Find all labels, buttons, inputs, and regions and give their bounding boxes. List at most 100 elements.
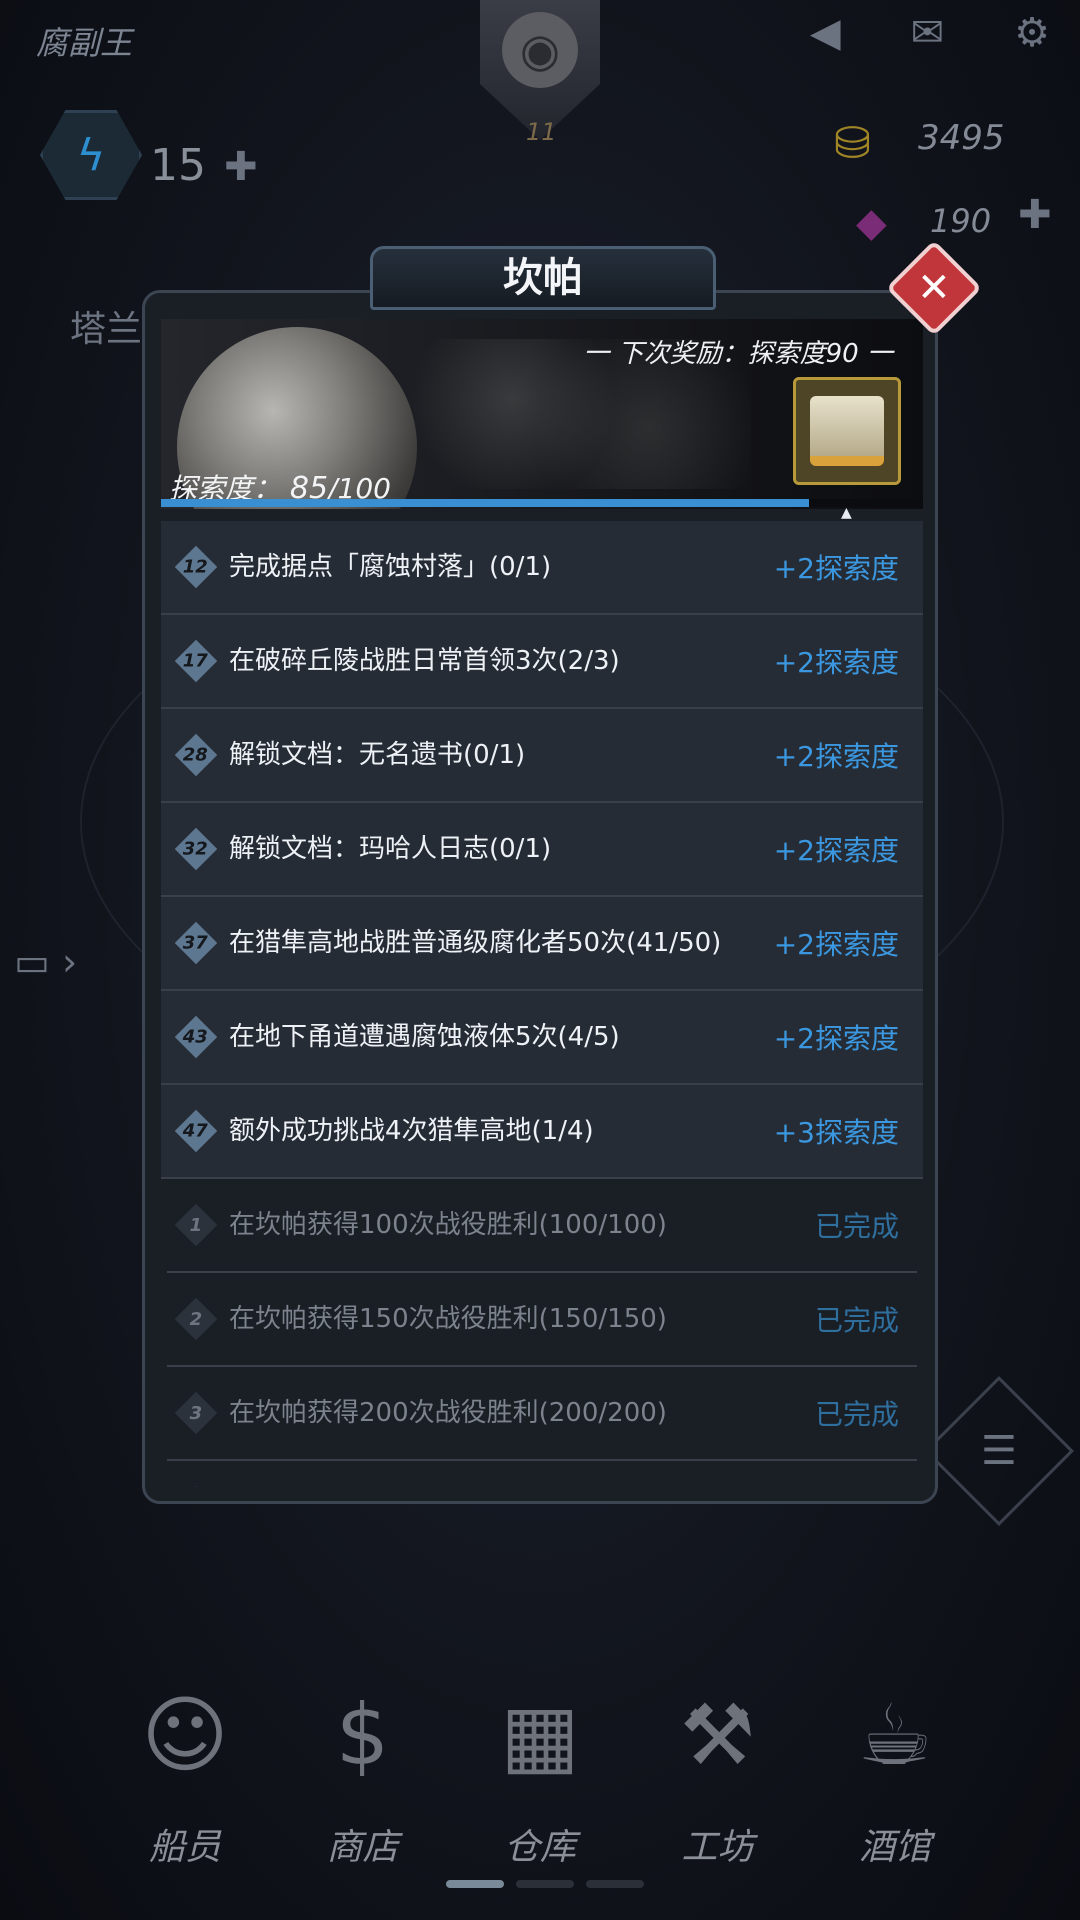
task-reward: 已完成 bbox=[814, 1398, 899, 1431]
task-reward: +2探索度 bbox=[773, 552, 899, 585]
task-number-badge: 12 bbox=[174, 545, 218, 589]
nav-label: 商店 bbox=[326, 1827, 399, 1868]
lightning-icon: ϟ bbox=[40, 110, 142, 200]
task-number: 17 bbox=[183, 650, 209, 672]
task-number: 2 bbox=[189, 1308, 203, 1330]
task-list[interactable]: 12 完成据点「腐蚀村落」(0/1) +2探索度 17 在破碎丘陵战胜日常首领3次(2/… bbox=[161, 521, 923, 1487]
nav-item-workshop[interactable]: ⚒ 工坊 bbox=[643, 1680, 793, 1870]
workshop-icon: ⚒ bbox=[679, 1686, 756, 1784]
nav-item-tavern[interactable]: ☕ 酒馆 bbox=[820, 1680, 970, 1870]
task-row[interactable]: 12 完成据点「腐蚀村落」(0/1) +2探索度 bbox=[161, 521, 923, 615]
task-reward: 已完成 bbox=[814, 1210, 899, 1243]
player-name: 腐副王 bbox=[36, 24, 133, 62]
task-number-badge: 28 bbox=[174, 733, 218, 777]
nav-item-storage[interactable]: ▦ 仓库 bbox=[465, 1680, 615, 1870]
coins-icon: ⛁ bbox=[834, 118, 871, 169]
task-number-badge: 3 bbox=[174, 1391, 218, 1435]
nav-item-shop[interactable]: $ 商店 bbox=[288, 1680, 438, 1870]
task-number: 37 bbox=[183, 932, 209, 954]
task-number: 32 bbox=[183, 838, 209, 860]
nav-label: 工坊 bbox=[681, 1827, 754, 1868]
crew-icon: ☺ bbox=[141, 1686, 229, 1784]
modal-title: 坎帕 bbox=[370, 246, 716, 310]
close-icon: ✕ bbox=[917, 264, 951, 311]
task-description: 在坎帕获得100次战役胜利(100/100) bbox=[229, 1210, 667, 1240]
nav-label: 酒馆 bbox=[858, 1827, 931, 1868]
task-reward: +2探索度 bbox=[773, 928, 899, 961]
bottom-nav: ☺ 船员 $ 商店 ▦ 仓库 ⚒ 工坊 ☕ 酒馆 bbox=[110, 1680, 970, 1870]
task-description: 在破碎丘陵战胜日常首领3次(2/3) bbox=[229, 646, 620, 676]
add-gems-icon[interactable]: ✚ bbox=[1018, 192, 1052, 238]
task-row[interactable]: 43 在地下甬道遭遇腐蚀液体5次(4/5) +2探索度 bbox=[161, 991, 923, 1085]
task-reward: +2探索度 bbox=[773, 740, 899, 773]
task-number: 28 bbox=[183, 744, 209, 766]
page-dot bbox=[446, 1880, 504, 1888]
gem-icon: ◆ bbox=[856, 200, 887, 246]
chest-icon bbox=[810, 396, 884, 466]
task-number-badge: 2 bbox=[174, 1297, 218, 1341]
task-description: 在坎帕获得200次战役胜利(200/200) bbox=[229, 1398, 667, 1428]
task-number-badge: 17 bbox=[174, 639, 218, 683]
next-reward-label: 一 下次奖励：探索度90 一 bbox=[583, 339, 893, 369]
nav-item-crew[interactable]: ☺ 船员 bbox=[110, 1680, 260, 1870]
energy-value: 15 bbox=[150, 140, 206, 191]
task-description: 在坎帕获得150次战役胜利(150/150) bbox=[229, 1304, 667, 1334]
task-reward: +3探索度 bbox=[773, 1116, 899, 1149]
task-number: 3 bbox=[189, 1402, 203, 1424]
megaphone-icon[interactable]: ◀ bbox=[810, 10, 841, 56]
task-list-button[interactable]: ☰ bbox=[924, 1376, 1074, 1526]
storage-icon: ▦ bbox=[500, 1686, 580, 1784]
task-row[interactable]: 37 在猎隼高地战胜普通级腐化者50次(41/50) +2探索度 bbox=[161, 897, 923, 991]
task-description: 解锁文档：无名遗书(0/1) bbox=[229, 740, 526, 770]
shop-icon: $ bbox=[335, 1686, 390, 1784]
tavern-icon: ☕ bbox=[857, 1686, 933, 1784]
task-row[interactable]: 4在坎帕获得300次战役胜利(300/300)已完成 bbox=[167, 1461, 917, 1487]
page-dot bbox=[516, 1880, 574, 1888]
gear-icon[interactable]: ⚙ bbox=[1014, 10, 1050, 56]
task-row[interactable]: 2 在坎帕获得150次战役胜利(150/150) 已完成 bbox=[167, 1273, 917, 1367]
avatar-level: 11 bbox=[526, 118, 557, 146]
task-row[interactable]: 28 解锁文档：无名遗书(0/1) +2探索度 bbox=[161, 709, 923, 803]
gems-value: 190 bbox=[930, 202, 992, 240]
top-icons: ◀ ✉ ⚙ bbox=[810, 10, 1050, 56]
region-name: 塔兰 bbox=[70, 309, 143, 350]
task-description: 在猎隼高地战胜普通级腐化者50次(41/50) bbox=[229, 928, 722, 958]
exploration-modal: 一 下次奖励：探索度90 一 探索度： 85/100 ▲ 12 完成据点「腐蚀村落… bbox=[142, 290, 938, 1504]
task-number-badge: 43 bbox=[174, 1015, 218, 1059]
task-number-badge: 37 bbox=[174, 921, 218, 965]
page-dot bbox=[586, 1880, 644, 1888]
task-row[interactable]: 1 在坎帕获得100次战役胜利(100/100) 已完成 bbox=[167, 1179, 917, 1273]
task-row[interactable]: 32 解锁文档：玛哈人日志(0/1) +2探索度 bbox=[161, 803, 923, 897]
add-energy-icon[interactable]: ✚ bbox=[224, 144, 258, 190]
progress-marker-icon: ▲ bbox=[841, 505, 852, 521]
task-row[interactable]: 3 在坎帕获得200次战役胜利(200/200) 已完成 bbox=[167, 1367, 917, 1461]
progress-fill bbox=[161, 499, 809, 507]
checklist-icon: ☰ bbox=[981, 1427, 1017, 1474]
nav-label: 仓库 bbox=[503, 1827, 576, 1868]
task-number-badge: 32 bbox=[174, 827, 218, 871]
nav-label: 船员 bbox=[148, 1827, 221, 1868]
task-reward: +2探索度 bbox=[773, 646, 899, 679]
task-number-badge: 4 bbox=[174, 1485, 218, 1487]
task-description: 完成据点「腐蚀村落」(0/1) bbox=[229, 552, 552, 582]
task-number: 43 bbox=[183, 1026, 209, 1048]
task-reward: +2探索度 bbox=[773, 834, 899, 867]
task-number-badge: 1 bbox=[174, 1203, 218, 1247]
planet-banner: 一 下次奖励：探索度90 一 探索度： 85/100 bbox=[161, 319, 923, 509]
energy-box[interactable]: ϟ bbox=[40, 110, 150, 200]
chat-icon[interactable]: ▭ › bbox=[14, 940, 77, 984]
reward-chest-button[interactable] bbox=[793, 377, 901, 485]
task-reward: +2探索度 bbox=[773, 1022, 899, 1055]
task-number-badge: 47 bbox=[174, 1109, 218, 1153]
task-number: 47 bbox=[183, 1120, 209, 1142]
task-number: 1 bbox=[189, 1214, 203, 1236]
mail-icon[interactable]: ✉ bbox=[911, 10, 945, 56]
task-reward: 已完成 bbox=[814, 1304, 899, 1337]
task-row[interactable]: 17 在破碎丘陵战胜日常首领3次(2/3) +2探索度 bbox=[161, 615, 923, 709]
task-row[interactable]: 47 额外成功挑战4次猎隼高地(1/4) +3探索度 bbox=[161, 1085, 923, 1179]
task-number: 12 bbox=[183, 556, 209, 578]
task-description: 额外成功挑战4次猎隼高地(1/4) bbox=[229, 1116, 594, 1146]
avatar-icon: ◉ bbox=[502, 12, 578, 88]
task-description: 在地下甬道遭遇腐蚀液体5次(4/5) bbox=[229, 1022, 620, 1052]
coins-value: 3495 bbox=[918, 118, 1005, 158]
